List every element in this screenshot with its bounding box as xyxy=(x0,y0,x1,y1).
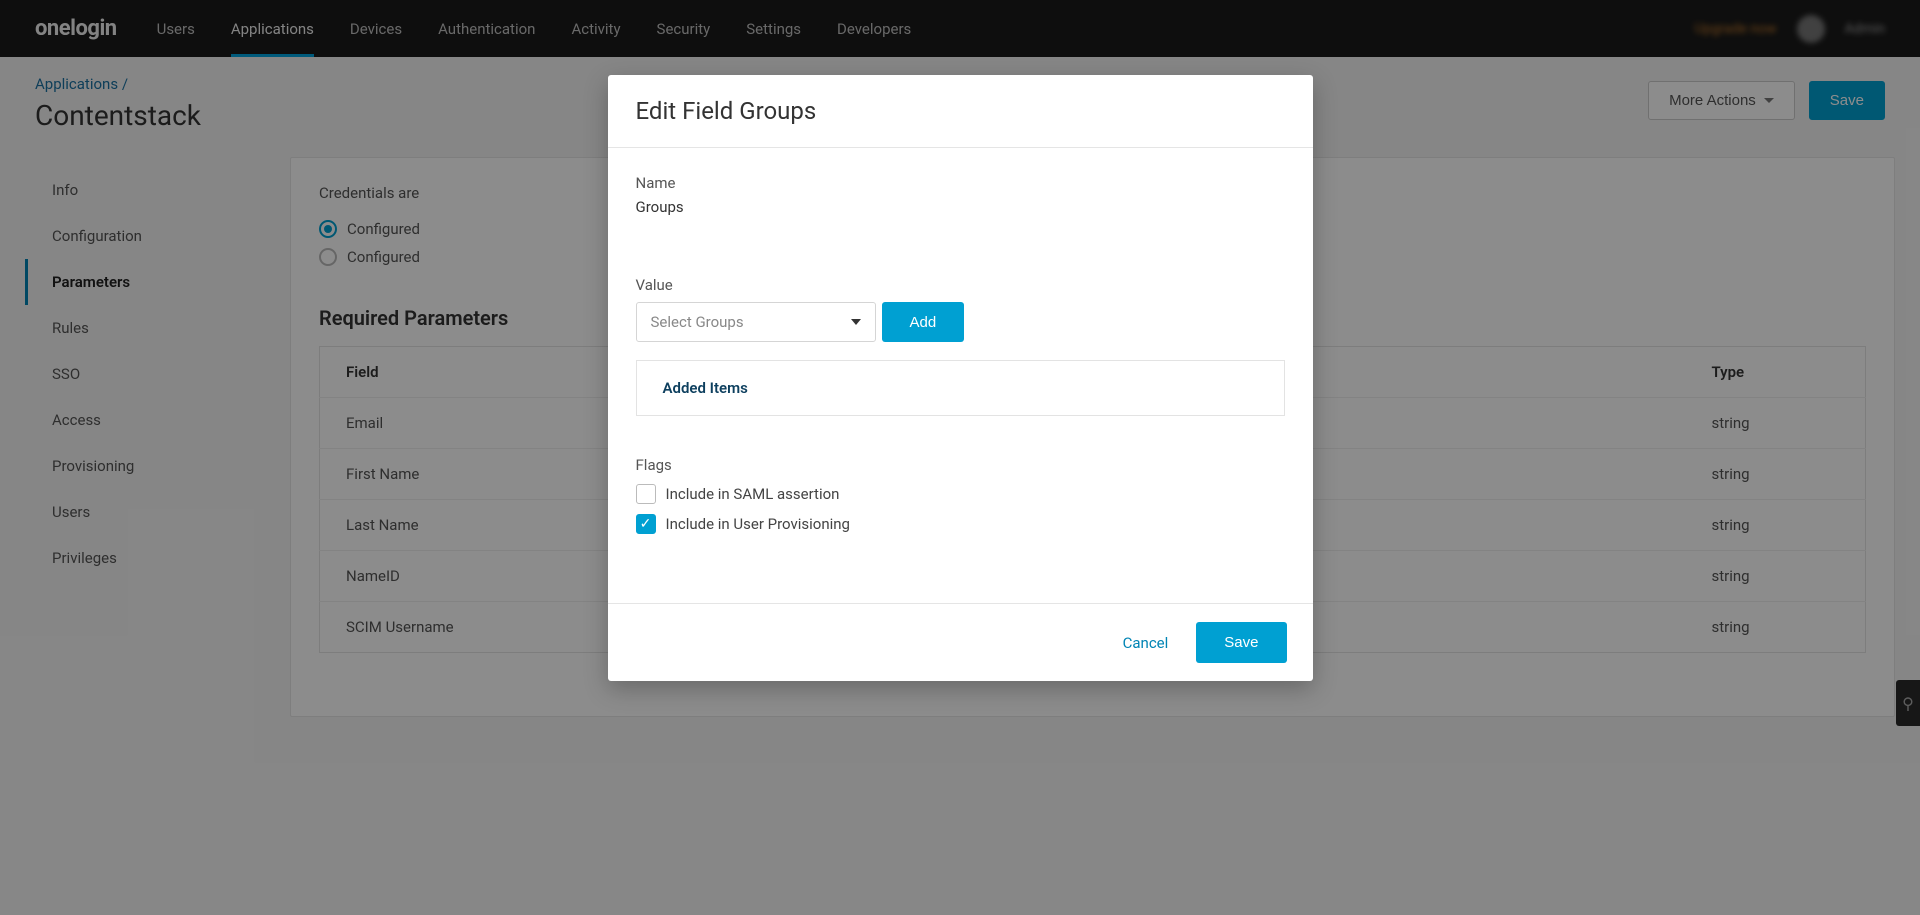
flag-provisioning-row[interactable]: ✓ Include in User Provisioning xyxy=(636,514,1285,534)
modal-save-button[interactable]: Save xyxy=(1196,622,1286,663)
flags-label: Flags xyxy=(636,456,1285,474)
modal-overlay: Edit Field Groups Name Groups Value Sele… xyxy=(0,0,1920,915)
chevron-down-icon xyxy=(851,319,861,325)
add-button[interactable]: Add xyxy=(882,302,965,342)
name-label: Name xyxy=(636,174,1285,192)
cancel-button[interactable]: Cancel xyxy=(1123,634,1169,652)
modal-body[interactable]: Name Groups Value Select Groups Add Adde… xyxy=(608,148,1313,603)
modal-footer: Cancel Save xyxy=(608,603,1313,681)
modal-title: Edit Field Groups xyxy=(608,75,1313,148)
name-value: Groups xyxy=(636,198,1285,216)
added-items-box: Added Items xyxy=(636,360,1285,416)
select-groups-dropdown[interactable]: Select Groups xyxy=(636,302,876,342)
flag-saml-row[interactable]: Include in SAML assertion xyxy=(636,484,1285,504)
checkbox-icon: ✓ xyxy=(636,514,656,534)
edit-field-groups-modal: Edit Field Groups Name Groups Value Sele… xyxy=(608,75,1313,681)
select-placeholder: Select Groups xyxy=(651,313,744,331)
value-label: Value xyxy=(636,276,1285,294)
checkbox-icon xyxy=(636,484,656,504)
flag-prov-label: Include in User Provisioning xyxy=(666,515,850,533)
flag-saml-label: Include in SAML assertion xyxy=(666,485,840,503)
